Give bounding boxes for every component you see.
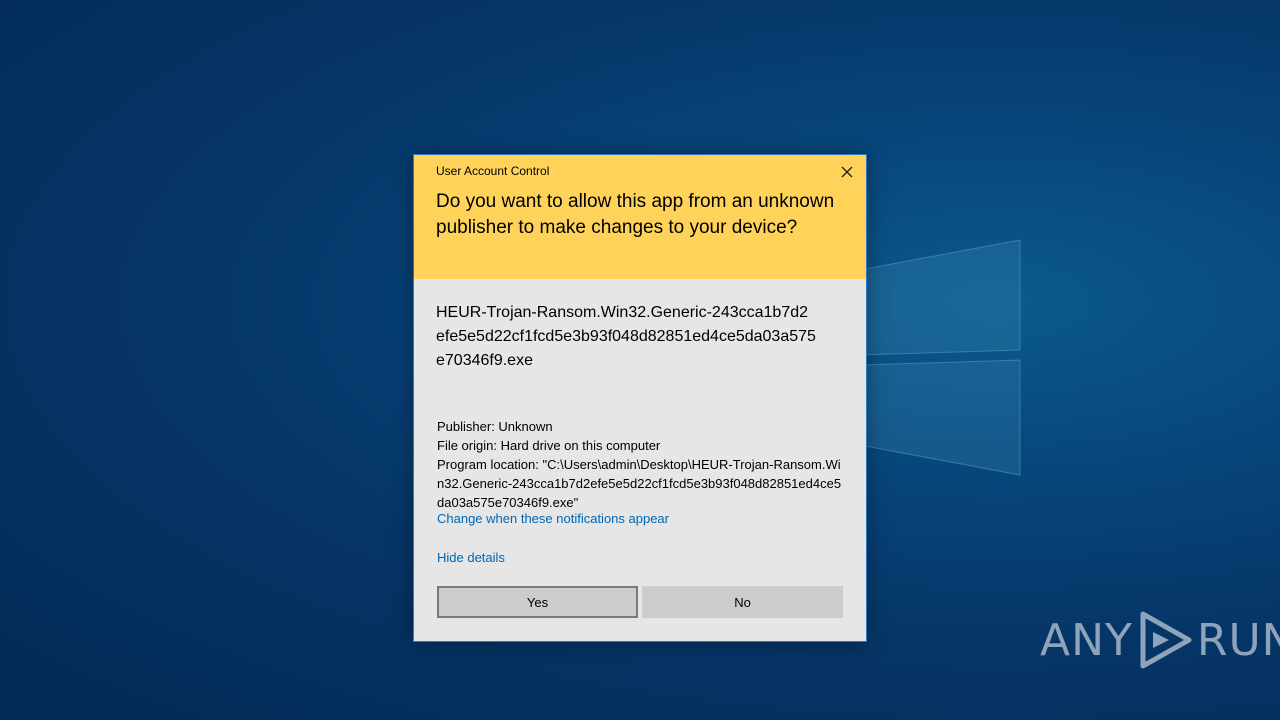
- anyrun-watermark: ANY RUN: [1040, 608, 1280, 672]
- no-button[interactable]: No: [642, 586, 843, 618]
- watermark-left-text: ANY: [1040, 614, 1133, 666]
- hide-details-link[interactable]: Hide details: [437, 550, 505, 565]
- app-name: HEUR-Trojan-Ransom.Win32.Generic-243cca1…: [436, 304, 816, 369]
- yes-button[interactable]: Yes: [437, 586, 638, 618]
- dialog-title: User Account Control: [436, 164, 550, 178]
- change-notifications-link[interactable]: Change when these notifications appear: [437, 511, 669, 526]
- file-origin-text: File origin: Hard drive on this computer: [437, 438, 661, 453]
- publisher-text: Publisher: Unknown: [437, 419, 553, 434]
- close-icon: [841, 166, 853, 178]
- play-icon: [1140, 611, 1192, 669]
- program-location-text: Program location: "C:\Users\admin\Deskto…: [437, 457, 842, 510]
- windows-logo: [860, 239, 1021, 476]
- details-section: Publisher: Unknown File origin: Hard dri…: [437, 417, 847, 512]
- uac-dialog: User Account Control Do you want to allo…: [413, 154, 867, 642]
- close-button[interactable]: [834, 159, 860, 185]
- prompt-question: Do you want to allow this app from an un…: [436, 191, 835, 238]
- watermark-right-text: RUN: [1196, 614, 1280, 666]
- uac-header: User Account Control Do you want to allo…: [414, 155, 866, 279]
